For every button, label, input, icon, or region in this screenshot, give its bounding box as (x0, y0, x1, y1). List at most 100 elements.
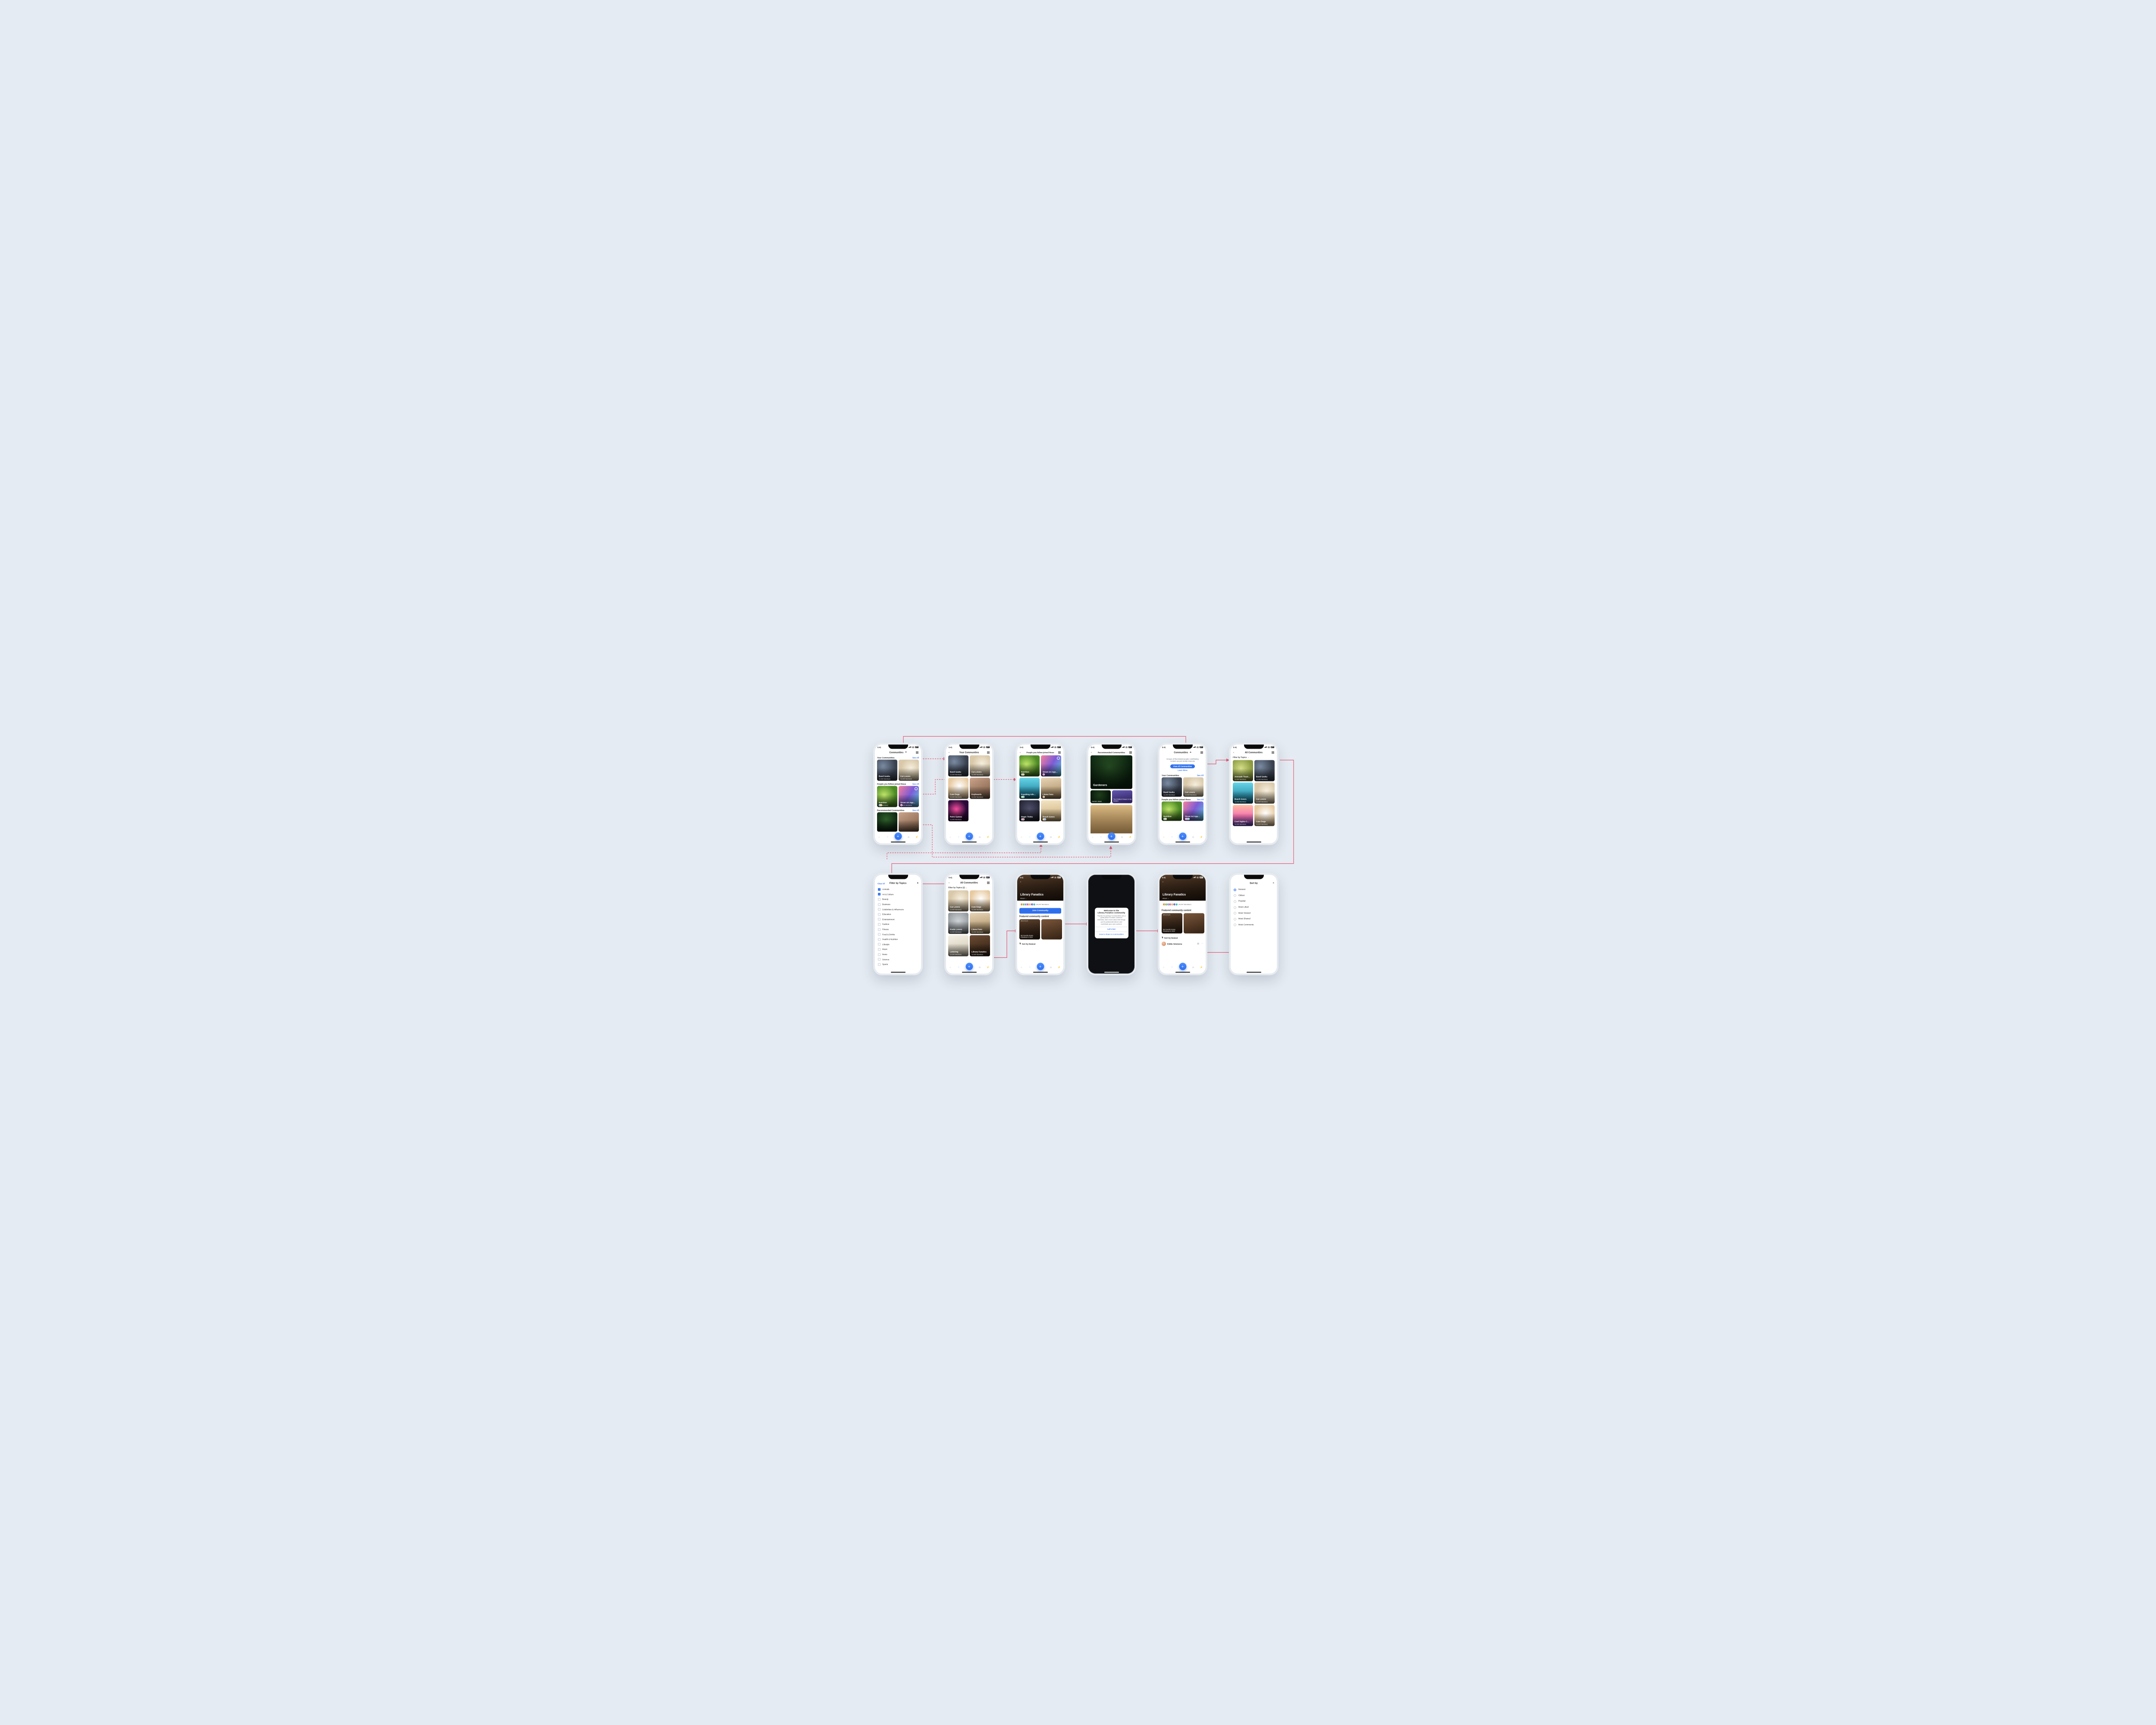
topic-row[interactable]: Food & Drinks (877, 932, 919, 937)
community-tile[interactable] (877, 812, 897, 832)
checkbox-icon[interactable] (878, 898, 881, 900)
activity-icon[interactable] (907, 836, 910, 839)
community-tile[interactable]: Band Geeks12,000 Members (948, 756, 968, 777)
how-to-link[interactable]: How to share to communities (1097, 932, 1126, 936)
more-icon[interactable] (1201, 943, 1203, 945)
community-tile[interactable]: Street Art App… (1041, 756, 1061, 777)
menu-icon[interactable] (916, 752, 918, 753)
checkbox-icon[interactable]: ✓ (878, 888, 881, 891)
community-tile[interactable]: Street Art App… (1183, 802, 1203, 821)
community-tile[interactable]: Cat Lovers12,000 Members (899, 760, 919, 781)
heart-icon[interactable] (886, 836, 889, 839)
create-fab[interactable]: + (894, 833, 902, 840)
topic-row[interactable]: Celebrities & Influencers (877, 907, 919, 912)
see-all-link[interactable]: See All (1197, 799, 1203, 801)
community-tile[interactable]: Retro Games12,000 Members (948, 800, 968, 822)
back-icon[interactable]: ‹ (1233, 751, 1234, 754)
community-tile[interactable]: Beach Goers (1041, 800, 1061, 822)
community-tile[interactable]: Koala Lovers12,000 Members (948, 913, 968, 934)
post-row[interactable]: Eddie Simmons (1162, 941, 1203, 947)
filter-bar[interactable]: Filter by Topics ⌄ (1233, 756, 1275, 759)
back-icon[interactable]: ‹ (1020, 751, 1021, 754)
members-row[interactable]: 24,047 Members (1019, 901, 1061, 908)
topic-row[interactable]: Sports (877, 962, 919, 967)
menu-icon[interactable] (987, 752, 990, 753)
checkbox-icon[interactable] (878, 938, 881, 941)
create-fab[interactable]: + (965, 963, 973, 970)
sort-option[interactable]: Popular (1233, 899, 1275, 905)
view-all-button[interactable]: View All Communities (1170, 765, 1195, 768)
topic-row[interactable]: Music (877, 947, 919, 952)
community-tile[interactable]: Band Geeks12,000 Members (1254, 760, 1275, 781)
checkbox-icon[interactable] (878, 918, 881, 921)
sort-option[interactable]: Most Comments (1233, 922, 1275, 928)
sort-option[interactable]: Oldest (1233, 893, 1275, 899)
menu-icon[interactable] (1272, 752, 1274, 753)
checkbox-icon[interactable] (878, 958, 881, 961)
checkbox-icon[interactable] (878, 943, 881, 946)
community-tile[interactable]: Magic Tricks (1019, 800, 1040, 822)
community-tile[interactable]: Llama Fans12,000 Members (970, 913, 990, 934)
home-icon[interactable] (877, 836, 881, 839)
join-button[interactable]: Join Community (1019, 908, 1061, 914)
community-tile[interactable]: Keyboards12,000 Members (970, 778, 990, 799)
topic-row[interactable]: Lifestyle (877, 942, 919, 947)
create-fab[interactable]: + (965, 833, 973, 840)
sort-option[interactable]: Most Viewed (1233, 910, 1275, 916)
community-tile[interactable]: Nutrition (1019, 756, 1040, 777)
bookmark-icon[interactable] (1197, 943, 1199, 945)
chevron-down-icon[interactable] (904, 751, 907, 754)
sort-option[interactable]: Newest (1233, 887, 1275, 893)
see-all-link[interactable]: See All (1197, 775, 1203, 777)
checkbox-icon[interactable] (878, 908, 881, 911)
community-tile[interactable]: Nutrition100 Members (877, 786, 897, 807)
create-fab[interactable]: + (1037, 833, 1044, 840)
topic-row[interactable]: Fashion (877, 922, 919, 927)
checkbox-icon[interactable] (878, 913, 881, 916)
community-tile[interactable]: Cat Lovers12,000 Members (1254, 783, 1275, 804)
community-tile[interactable]: Cute Dogs12,000 Members (970, 891, 990, 912)
community-tile[interactable]: Cat Lovers12,000 Members (970, 756, 990, 777)
community-tile[interactable]: Nutrition (1162, 802, 1182, 821)
back-icon[interactable]: ‹ (949, 881, 950, 884)
filter-bar[interactable]: Filter by Topics (2) ⌄ (948, 887, 990, 889)
mini-card[interactable]: Garden Ideas (1091, 790, 1111, 803)
community-tile[interactable]: Cool Sights C…12,000 Members (1233, 805, 1253, 826)
topic-row[interactable]: News (877, 952, 919, 957)
see-all-link[interactable]: See All (912, 757, 919, 759)
community-tile[interactable]: Avocado Toast…12,000 Members (1233, 760, 1253, 781)
create-fab[interactable]: + (1179, 963, 1186, 970)
topic-row[interactable]: Fitness (877, 927, 919, 932)
checkbox-icon[interactable]: ✓ (878, 893, 881, 896)
community-tile[interactable]: Cat Lovers12,000 Members (948, 891, 968, 912)
checkbox-icon[interactable] (878, 963, 881, 966)
create-fab[interactable]: + (1179, 833, 1186, 840)
checkbox-icon[interactable] (878, 948, 881, 950)
topic-row[interactable]: Business (877, 902, 919, 907)
community-tile[interactable]: Kayaking Adv… (1019, 778, 1040, 799)
create-fab[interactable]: + (1108, 833, 1115, 840)
mini-card[interactable]: The Prettiest Flowers in My Garden (1112, 790, 1132, 803)
community-hero[interactable]: Gardeners (1091, 756, 1132, 789)
topic-row[interactable]: Health & Nutrition (877, 937, 919, 942)
topic-row[interactable]: Entertainment (877, 917, 919, 922)
topic-row[interactable]: Education (877, 912, 919, 917)
learn-more-link[interactable]: Learn More (1178, 769, 1188, 772)
community-tile[interactable]: Cat Lovers12,000 Members (1183, 778, 1203, 797)
community-tile[interactable]: Band Geeks12,000 Members (1162, 778, 1182, 797)
back-icon[interactable]: ‹ (1020, 881, 1021, 884)
see-all-link[interactable]: See All (912, 809, 919, 812)
chevron-up-icon[interactable] (1189, 751, 1191, 754)
sort-row[interactable]: ⇅Sort by Newest (1019, 941, 1061, 947)
checkbox-icon[interactable] (878, 928, 881, 931)
community-tile[interactable]: Cute Dogs12,000 Members (948, 778, 968, 799)
community-tile[interactable]: Street Art App…12,000 Members (899, 786, 919, 807)
menu-icon[interactable] (1129, 752, 1132, 753)
checkbox-icon[interactable] (878, 953, 881, 956)
menu-icon[interactable] (987, 882, 990, 884)
community-tile[interactable]: Lettering12,000 Members (948, 935, 968, 957)
menu-icon[interactable] (1058, 752, 1061, 753)
sort-row[interactable]: ⇅Sort by Newest (1162, 935, 1203, 941)
menu-icon[interactable] (1200, 752, 1203, 753)
community-tile[interactable] (899, 812, 919, 832)
